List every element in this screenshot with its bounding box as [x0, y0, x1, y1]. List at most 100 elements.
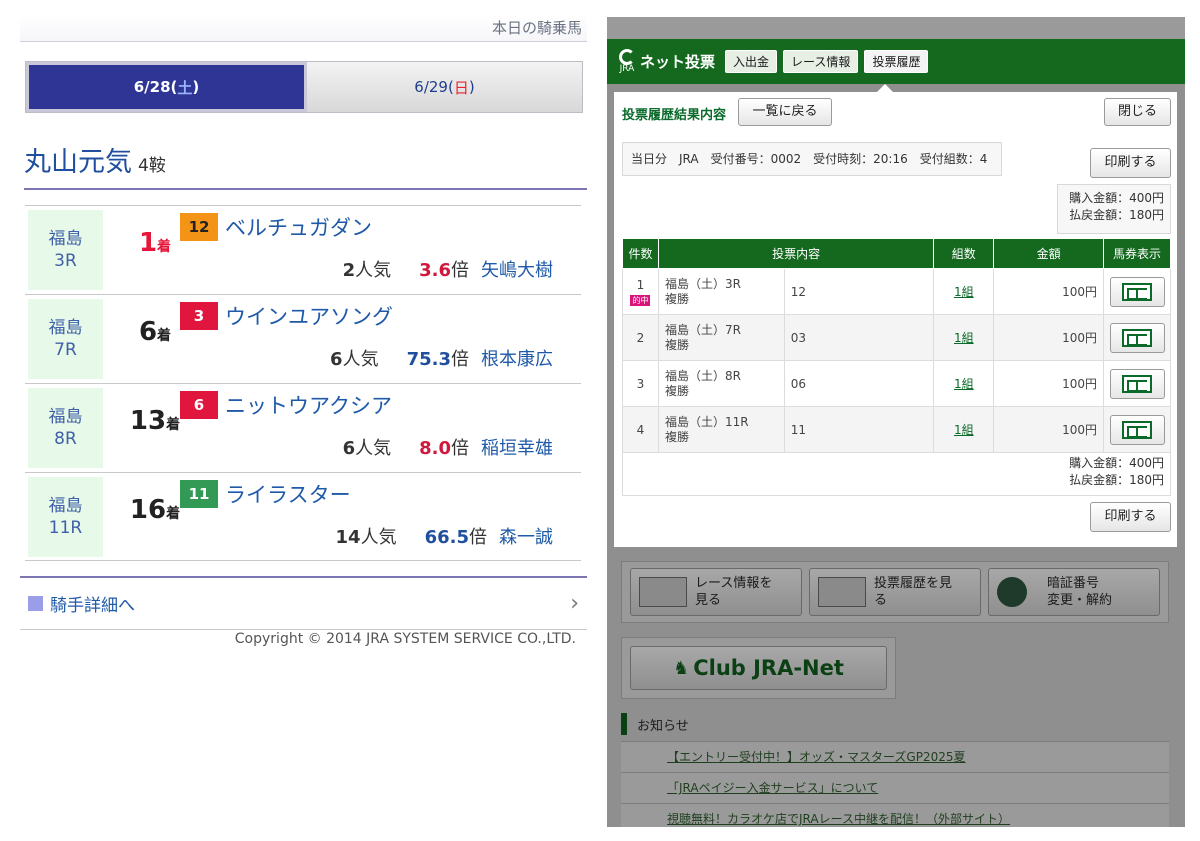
ticket-icon	[1122, 374, 1152, 393]
popularity-unit: 人気	[355, 260, 392, 281]
rank-unit: 着	[157, 328, 172, 344]
race-stats: 2 人気 3.6 倍矢嶋大樹	[343, 256, 553, 282]
close-button[interactable]: 閉じる	[1104, 98, 1171, 126]
race-stats: 6 人気 8.0 倍稲垣幸雄	[343, 434, 553, 460]
show-ticket-button[interactable]	[1109, 414, 1165, 445]
menu-row: レース情報を 見る 投票履歴を見る 暗証番号 変更・解約	[621, 561, 1169, 623]
vote-result-dialog: 投票履歴結果内容 一覧に戻る 閉じる 当日分 JRA 受付番号：0002 受付時…	[614, 92, 1177, 547]
trainer-name[interactable]: 根本康広	[481, 345, 553, 371]
nav-deposit[interactable]: 入出金	[725, 50, 778, 73]
news-link[interactable]: 「JRAペイジー入金サービス」について	[621, 772, 1169, 803]
popularity: 6	[342, 438, 356, 459]
ticket-icon	[1122, 328, 1152, 347]
race-row[interactable]: 福島 3R 1着 12 ベルチュガダン 2 人気 3.6 倍矢嶋大樹	[25, 205, 581, 294]
menu-label-line2: る	[874, 593, 888, 608]
race-place: 福島	[48, 496, 83, 516]
count-link[interactable]: 1組	[954, 285, 974, 299]
club-banner: ♞ Club JRA-Net	[621, 637, 896, 699]
horse-name[interactable]: ウインユアソング	[225, 301, 393, 331]
row-no: 4	[622, 406, 659, 453]
row-amount: 100円	[993, 314, 1104, 361]
row-number: 4	[636, 422, 645, 437]
col-amount: 金額	[993, 238, 1104, 269]
race-number: 3R	[54, 251, 77, 271]
race-label: 福島（土）11R	[664, 414, 749, 429]
popularity-unit: 人気	[360, 527, 397, 548]
nav-race-info[interactable]: レース情報	[783, 50, 859, 73]
race-row[interactable]: 福島 8R 13着 6 ニットウアクシア 6 人気 8.0 倍稲垣幸雄	[25, 383, 581, 472]
print-button-top[interactable]: 印刷する	[1090, 148, 1171, 178]
count-link[interactable]: 1組	[954, 377, 974, 391]
amount-summary-top: 購入金額：400円 払戻金額：180円	[1057, 184, 1171, 234]
row-count: 1組	[933, 406, 995, 453]
club-label: Club JRA-Net	[693, 656, 844, 680]
popularity: 2	[342, 260, 356, 281]
heading-bar-icon	[621, 713, 627, 735]
show-ticket-button[interactable]	[1109, 322, 1165, 353]
race-location: 福島 8R	[28, 388, 103, 468]
row-race: 福島（土）3R 複勝	[657, 268, 785, 315]
race-stats: 14 人気 66.5 倍森一誠	[336, 523, 553, 549]
odds: 3.6	[419, 260, 451, 281]
race-number: 8R	[54, 429, 77, 449]
row-race: 福島（土）7R 複勝	[657, 314, 785, 361]
horse-number-badge: 3	[180, 302, 218, 330]
horse-name[interactable]: ベルチュガダン	[225, 212, 372, 242]
race-place: 福島	[48, 318, 83, 338]
count-link[interactable]: 1組	[954, 331, 974, 345]
club-jra-net-button[interactable]: ♞ Club JRA-Net	[630, 646, 887, 690]
race-row[interactable]: 福島 7R 6着 3 ウインユアソング 6 人気 75.3 倍根本康広	[25, 294, 581, 383]
purchase-amount: 購入金額：400円	[1069, 456, 1164, 470]
back-to-list-button[interactable]: 一覧に戻る	[738, 98, 832, 126]
race-number: 11R	[48, 518, 83, 538]
race-info-menu-button[interactable]: レース情報を 見る	[630, 568, 802, 616]
row-count: 1組	[933, 360, 995, 407]
print-button-bottom[interactable]: 印刷する	[1090, 502, 1171, 532]
bet-type: 複勝	[664, 291, 689, 306]
copyright: Copyright © 2014 JRA SYSTEM SERVICE CO.,…	[234, 631, 576, 647]
row-count: 1組	[933, 314, 995, 361]
trainer-name[interactable]: 矢嶋大樹	[481, 256, 553, 282]
race-stats: 6 人気 75.3 倍根本康広	[330, 345, 553, 371]
rank-unit: 着	[166, 417, 181, 433]
tab-date-close: )	[192, 78, 200, 96]
race-number: 7R	[54, 340, 77, 360]
race-location: 福島 11R	[28, 477, 103, 557]
horse-name[interactable]: ライラスター	[225, 479, 351, 509]
odds-unit: 倍	[451, 349, 469, 370]
col-content: 投票内容	[657, 238, 935, 269]
ticket-icon	[1122, 282, 1152, 301]
race-row[interactable]: 福島 11R 16着 11 ライラスター 14 人気 66.5 倍森一誠	[25, 472, 581, 561]
pin-menu-button[interactable]: 暗証番号 変更・解約	[988, 568, 1160, 616]
horse-number-badge: 12	[180, 213, 218, 241]
menu-label-line2: 見る	[695, 593, 722, 608]
news-link[interactable]: 【エントリー受付中！】オッズ・マスターズGP2025夏	[621, 741, 1169, 772]
show-ticket-button[interactable]	[1109, 276, 1165, 307]
row-amount: 100円	[993, 268, 1104, 315]
col-ticket: 馬券表示	[1103, 238, 1171, 269]
col-count: 組数	[933, 238, 995, 269]
nav-pointer	[877, 84, 893, 92]
trainer-name[interactable]: 森一誠	[499, 523, 553, 549]
vote-history-menu-button[interactable]: 投票履歴を見る	[809, 568, 981, 616]
jra-swirl-icon	[619, 49, 635, 65]
tab-date-0628[interactable]: 6/28(土)	[26, 62, 307, 112]
table-row: 1 的中 福島（土）3R 複勝 12 1組 100円	[622, 268, 1171, 315]
net-vote-panel: JRA ネット投票 入出金 レース情報 投票履歴 投票履歴結果内容 一覧に戻る …	[607, 17, 1185, 827]
row-ticket	[1103, 406, 1171, 453]
count-link[interactable]: 1組	[954, 423, 974, 437]
horse-number-badge: 6	[180, 391, 218, 419]
trainer-name[interactable]: 稲垣幸雄	[481, 434, 553, 460]
tab-date-0629[interactable]: 6/29(日)	[307, 62, 582, 112]
show-ticket-button[interactable]	[1109, 368, 1165, 399]
nav-vote-history[interactable]: 投票履歴	[864, 50, 929, 73]
tab-date-text: 6/29(	[414, 78, 454, 96]
news-link[interactable]: 視聴無料！カラオケ店でJRAレース中継を配信！（外部サイト）	[621, 803, 1169, 827]
jockey-detail-link[interactable]: 騎手詳細へ ›	[20, 576, 587, 630]
app-header: JRA ネット投票 入出金 レース情報 投票履歴	[607, 39, 1185, 84]
row-amount: 100円	[993, 360, 1104, 407]
rank-number: 16	[129, 495, 167, 525]
horse-name[interactable]: ニットウアクシア	[225, 390, 392, 420]
row-selection: 11	[783, 406, 935, 453]
race-location: 福島 7R	[28, 299, 103, 379]
